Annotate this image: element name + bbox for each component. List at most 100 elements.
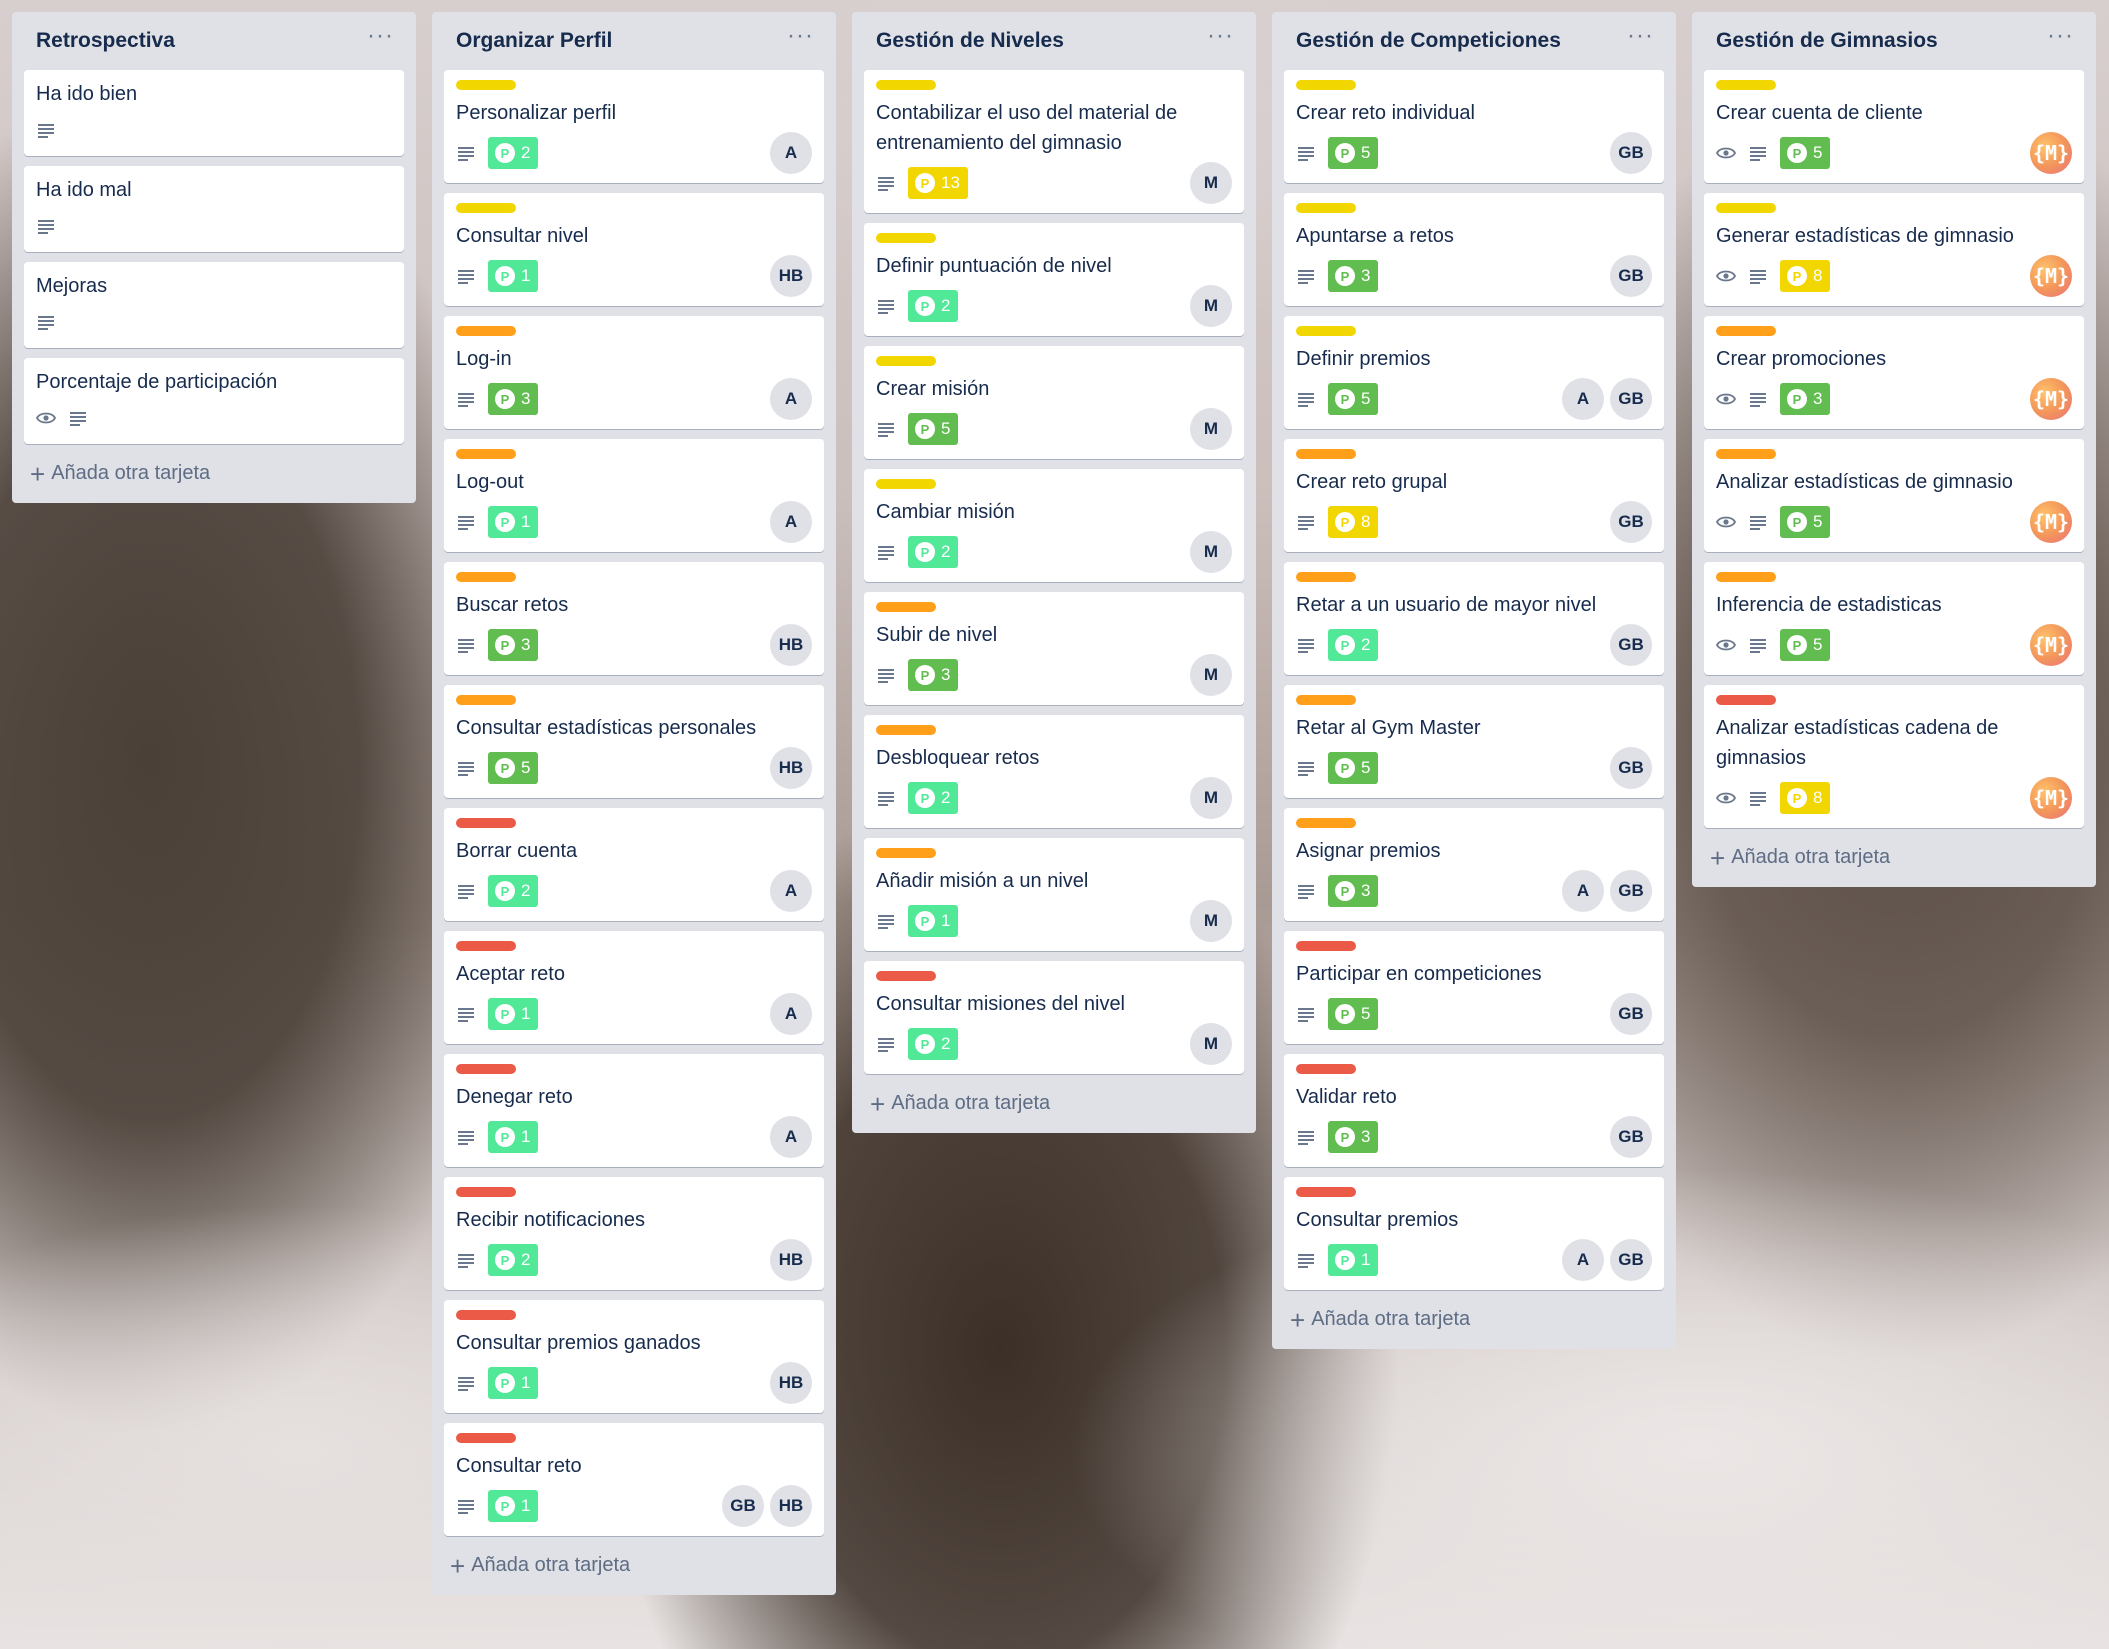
- member-avatar[interactable]: {M}: [2030, 777, 2072, 819]
- card-label-orange[interactable]: [1716, 449, 1776, 459]
- card-label-orange[interactable]: [456, 449, 516, 459]
- card[interactable]: Crear misión P 5 M: [864, 346, 1244, 459]
- card[interactable]: Retar al Gym Master P 5 GB: [1284, 685, 1664, 798]
- card-label-red[interactable]: [456, 1187, 516, 1197]
- member-avatar[interactable]: HB: [770, 1362, 812, 1404]
- card-label-red[interactable]: [1296, 941, 1356, 951]
- member-avatar[interactable]: M: [1190, 285, 1232, 327]
- card-label-orange[interactable]: [456, 326, 516, 336]
- list-menu-icon[interactable]: ···: [2039, 24, 2082, 58]
- member-avatar[interactable]: GB: [1610, 132, 1652, 174]
- card-label-red[interactable]: [456, 1310, 516, 1320]
- card[interactable]: Desbloquear retos P 2 M: [864, 715, 1244, 828]
- card[interactable]: Crear reto individual P 5 GB: [1284, 70, 1664, 183]
- card-label-red[interactable]: [1296, 1187, 1356, 1197]
- add-card-button[interactable]: + Añada otra tarjeta: [24, 456, 404, 491]
- card-label-orange[interactable]: [1296, 695, 1356, 705]
- card-label-yellow[interactable]: [1296, 326, 1356, 336]
- list-title[interactable]: Retrospectiva: [36, 29, 175, 53]
- card[interactable]: Apuntarse a retos P 3 GB: [1284, 193, 1664, 306]
- card-label-red[interactable]: [456, 941, 516, 951]
- member-avatar[interactable]: M: [1190, 408, 1232, 450]
- member-avatar[interactable]: A: [770, 378, 812, 420]
- card-label-orange[interactable]: [456, 572, 516, 582]
- card[interactable]: Añadir misión a un nivel P 1 M: [864, 838, 1244, 951]
- card[interactable]: Ha ido mal: [24, 166, 404, 252]
- card-label-red[interactable]: [1296, 1064, 1356, 1074]
- member-avatar[interactable]: GB: [1610, 1116, 1652, 1158]
- member-avatar[interactable]: HB: [770, 1485, 812, 1527]
- card-label-orange[interactable]: [1296, 818, 1356, 828]
- card[interactable]: Generar estadísticas de gimnasio P 8 {M}: [1704, 193, 2084, 306]
- card[interactable]: Analizar estadísticas de gimnasio P 5 {M}: [1704, 439, 2084, 552]
- card[interactable]: Borrar cuenta P 2 A: [444, 808, 824, 921]
- add-card-button[interactable]: + Añada otra tarjeta: [1284, 1302, 1664, 1337]
- add-card-button[interactable]: + Añada otra tarjeta: [864, 1086, 1244, 1121]
- card-label-orange[interactable]: [1716, 326, 1776, 336]
- card-label-orange[interactable]: [1716, 572, 1776, 582]
- card[interactable]: Validar reto P 3 GB: [1284, 1054, 1664, 1167]
- list-title[interactable]: Gestión de Gimnasios: [1716, 29, 1938, 53]
- card-label-yellow[interactable]: [876, 356, 936, 366]
- card-label-red[interactable]: [1716, 695, 1776, 705]
- member-avatar[interactable]: A: [1562, 870, 1604, 912]
- card-label-orange[interactable]: [876, 848, 936, 858]
- add-card-button[interactable]: + Añada otra tarjeta: [444, 1548, 824, 1583]
- card[interactable]: Participar en competiciones P 5 GB: [1284, 931, 1664, 1044]
- member-avatar[interactable]: M: [1190, 654, 1232, 696]
- card[interactable]: Mejoras: [24, 262, 404, 348]
- add-card-button[interactable]: + Añada otra tarjeta: [1704, 840, 2084, 875]
- card[interactable]: Subir de nivel P 3 M: [864, 592, 1244, 705]
- member-avatar[interactable]: A: [770, 501, 812, 543]
- card[interactable]: Consultar nivel P 1 HB: [444, 193, 824, 306]
- card[interactable]: Inferencia de estadisticas P 5 {M}: [1704, 562, 2084, 675]
- member-avatar[interactable]: M: [1190, 777, 1232, 819]
- card-label-yellow[interactable]: [456, 80, 516, 90]
- card[interactable]: Analizar estadísticas cadena de gimnasio…: [1704, 685, 2084, 828]
- card[interactable]: Contabilizar el uso del material de entr…: [864, 70, 1244, 213]
- member-avatar[interactable]: {M}: [2030, 255, 2072, 297]
- card-label-red[interactable]: [456, 1064, 516, 1074]
- member-avatar[interactable]: A: [1562, 1239, 1604, 1281]
- member-avatar[interactable]: GB: [1610, 993, 1652, 1035]
- card[interactable]: Denegar reto P 1 A: [444, 1054, 824, 1167]
- card-label-orange[interactable]: [876, 602, 936, 612]
- card[interactable]: Recibir notificaciones P 2 HB: [444, 1177, 824, 1290]
- list-title[interactable]: Organizar Perfil: [456, 29, 612, 53]
- card-label-orange[interactable]: [1296, 449, 1356, 459]
- member-avatar[interactable]: GB: [1610, 1239, 1652, 1281]
- card[interactable]: Consultar misiones del nivel P 2 M: [864, 961, 1244, 1074]
- member-avatar[interactable]: HB: [770, 624, 812, 666]
- member-avatar[interactable]: M: [1190, 900, 1232, 942]
- member-avatar[interactable]: GB: [1610, 501, 1652, 543]
- member-avatar[interactable]: {M}: [2030, 501, 2072, 543]
- member-avatar[interactable]: GB: [1610, 624, 1652, 666]
- member-avatar[interactable]: GB: [1610, 870, 1652, 912]
- card-label-orange[interactable]: [1296, 572, 1356, 582]
- member-avatar[interactable]: {M}: [2030, 378, 2072, 420]
- card-label-yellow[interactable]: [876, 80, 936, 90]
- list-title[interactable]: Gestión de Niveles: [876, 29, 1064, 53]
- member-avatar[interactable]: M: [1190, 531, 1232, 573]
- member-avatar[interactable]: GB: [722, 1485, 764, 1527]
- card-label-yellow[interactable]: [1716, 203, 1776, 213]
- member-avatar[interactable]: M: [1190, 162, 1232, 204]
- member-avatar[interactable]: GB: [1610, 255, 1652, 297]
- card-label-yellow[interactable]: [876, 479, 936, 489]
- member-avatar[interactable]: A: [770, 993, 812, 1035]
- list-menu-icon[interactable]: ···: [1619, 24, 1662, 58]
- card[interactable]: Consultar premios ganados P 1 HB: [444, 1300, 824, 1413]
- card-label-orange[interactable]: [876, 725, 936, 735]
- member-avatar[interactable]: M: [1190, 1023, 1232, 1065]
- card-label-yellow[interactable]: [456, 203, 516, 213]
- list-title[interactable]: Gestión de Competiciones: [1296, 29, 1561, 53]
- member-avatar[interactable]: A: [1562, 378, 1604, 420]
- member-avatar[interactable]: A: [770, 870, 812, 912]
- card-label-yellow[interactable]: [1296, 203, 1356, 213]
- card[interactable]: Retar a un usuario de mayor nivel P 2 GB: [1284, 562, 1664, 675]
- member-avatar[interactable]: HB: [770, 255, 812, 297]
- card[interactable]: Consultar estadísticas personales P 5 HB: [444, 685, 824, 798]
- card[interactable]: Cambiar misión P 2 M: [864, 469, 1244, 582]
- card[interactable]: Definir premios P 5 A GB: [1284, 316, 1664, 429]
- card-label-yellow[interactable]: [1296, 80, 1356, 90]
